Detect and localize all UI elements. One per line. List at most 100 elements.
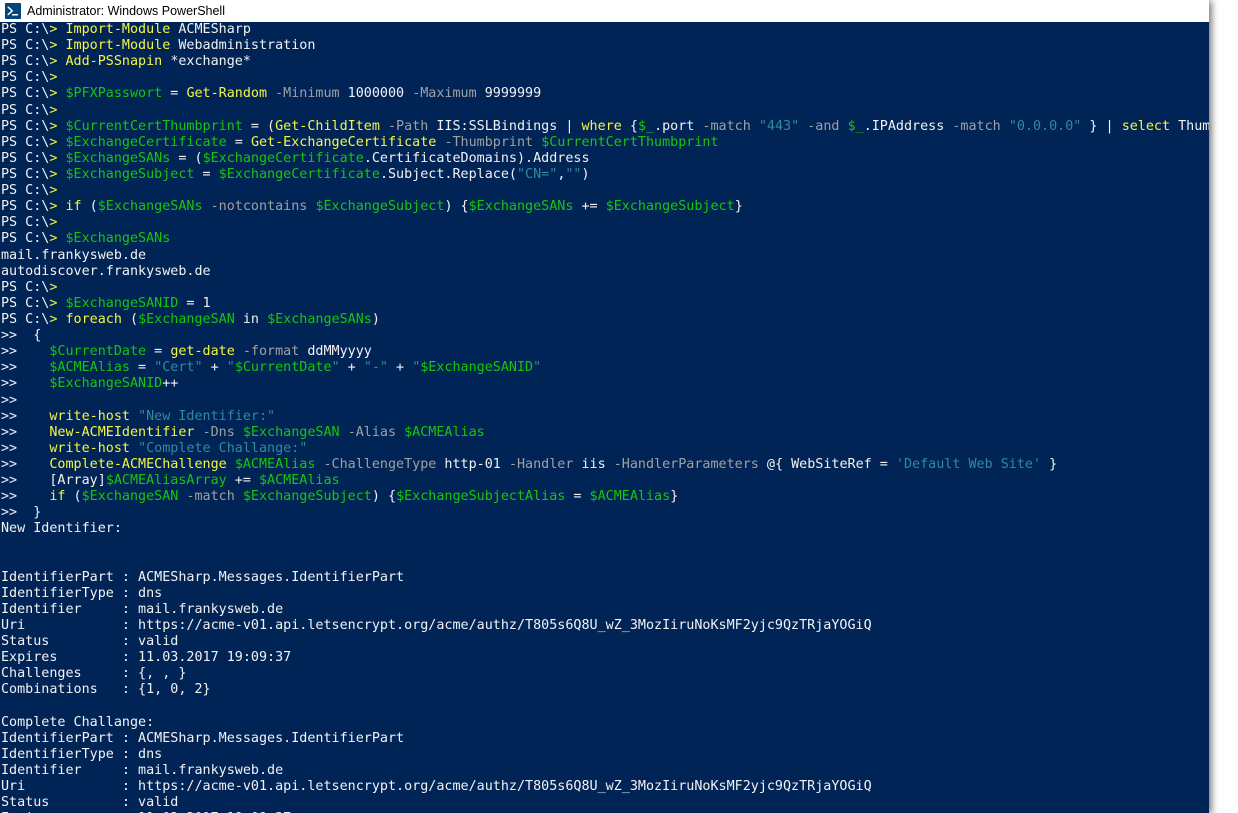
window-title: Administrator: Windows PowerShell	[27, 4, 225, 18]
shell-prompt: PS C:\>	[1, 215, 58, 231]
console-token: ++	[162, 376, 179, 392]
console-token: $ExchangeSANs	[267, 311, 372, 327]
continuation-prompt: >>	[1, 473, 26, 489]
console-token: Identifier : mail.frankysweb.de	[1, 763, 284, 779]
console-line: Identifier : mail.frankysweb.de	[0, 602, 1209, 618]
shell-prompt: PS C:\>	[1, 86, 58, 102]
console-token: $ExchangeSAN	[242, 424, 340, 440]
console-token: $CurrentDate	[234, 360, 332, 376]
console-token: write-host	[49, 440, 130, 456]
console-token: -and	[807, 118, 840, 134]
shell-prompt: PS C:\>	[1, 38, 58, 54]
console-line: Combinations : {1, 0, 2}	[0, 682, 1209, 698]
console-line: PS C:\>	[0, 103, 1209, 119]
console-token	[315, 457, 323, 472]
console-token: IdentifierType : dns	[1, 585, 163, 601]
console-token: Get-Random	[186, 86, 268, 102]
console-line: >> Complete-ACMEChallenge $ACMEAlias -Ch…	[0, 457, 1209, 473]
console-token: ) {	[444, 199, 469, 215]
console-line: Uri : https://acme-v01.api.letsencrypt.o…	[0, 779, 1209, 795]
console-token: Status : valid	[1, 795, 179, 811]
console-token: -Handler	[508, 456, 574, 472]
continuation-prompt: >>	[1, 505, 26, 521]
console-line: PS C:\> $CurrentCertThumbprint = (Get-Ch…	[0, 119, 1209, 135]
continuation-prompt: >>	[1, 408, 26, 424]
console-token: Complete-ACMEChallenge	[49, 456, 227, 472]
console-token: -match	[702, 118, 751, 134]
console-token: $ExchangeSANID	[65, 295, 179, 311]
console-token: -ChallengeType	[323, 456, 437, 472]
console-token: = (	[242, 118, 276, 134]
console-line: autodiscover.frankysweb.de	[0, 264, 1209, 280]
console-token: )	[371, 311, 380, 327]
console-line: PS C:\>	[0, 280, 1209, 296]
window-titlebar[interactable]: Administrator: Windows PowerShell	[0, 0, 1209, 22]
console-token: -Alias	[347, 424, 397, 440]
powershell-prompt-icon	[5, 3, 21, 19]
console-token: $ExchangeSubject	[315, 199, 445, 215]
continuation-prompt: >>	[1, 440, 26, 456]
console-token: = (	[170, 150, 203, 166]
console-line: Status : valid	[0, 634, 1209, 650]
console-token: -HandlerParameters	[613, 456, 759, 472]
console-token: "443"	[758, 118, 800, 134]
console-line: PS C:\> foreach ($ExchangeSAN in $Exchan…	[0, 312, 1209, 328]
console-token: 9999999	[476, 86, 542, 102]
powershell-window: Administrator: Windows PowerShell PS C:\…	[0, 0, 1209, 813]
console-token: {	[25, 328, 42, 344]
console-token: $ExchangeSAN	[81, 489, 179, 505]
console-line: >> write-host "New Identifier:"	[0, 409, 1209, 425]
console-token: Identifier : mail.frankysweb.de	[1, 601, 284, 617]
console-token: Uri : https://acme-v01.api.letsencrypt.o…	[1, 618, 872, 634]
console-token: ddMMyyyy	[299, 344, 372, 360]
console-line: PS C:\> Import-Module Webadministration	[0, 38, 1209, 54]
console-token: where	[581, 118, 622, 134]
shell-prompt: PS C:\>	[1, 118, 58, 134]
continuation-prompt: >>	[1, 360, 26, 376]
console-token: IdentifierPart : ACMESharp.Messages.Iden…	[1, 730, 405, 746]
console-token: $_	[847, 118, 864, 134]
continuation-prompt: >>	[1, 392, 26, 408]
console-line: Complete Challange:	[0, 715, 1209, 731]
console-token: .IPAddress	[863, 118, 953, 134]
console-line: >> if ($ExchangeSAN -match $ExchangeSubj…	[0, 489, 1209, 505]
console-line: mail.frankysweb.de	[0, 248, 1209, 264]
console-token: Import-Module	[65, 38, 179, 54]
console-token: "New Identifier:"	[138, 408, 276, 424]
console-token: $ExchangeCertificate	[202, 150, 364, 166]
console-token: $CurrentDate	[49, 344, 147, 360]
console-line: Identifier : mail.frankysweb.de	[0, 763, 1209, 779]
console-line: IdentifierType : dns	[0, 586, 1209, 602]
console-token	[25, 489, 49, 504]
console-token: (	[81, 199, 98, 215]
console-token: $ExchangeSANID	[49, 376, 163, 392]
console-token: }	[670, 489, 679, 505]
console-token: $ExchangeSANs	[65, 231, 171, 247]
shell-prompt: PS C:\>	[1, 183, 58, 199]
console-token: foreach	[65, 311, 122, 327]
console-token: ""	[565, 166, 582, 182]
console-token: $ExchangeSubjectAlias	[396, 489, 566, 505]
console-token: -Path	[388, 118, 429, 134]
console-output-area[interactable]: PS C:\> Import-Module ACMESharp PS C:\> I…	[0, 22, 1209, 813]
console-token: $ExchangeSubject	[242, 489, 372, 505]
console-token: http-01	[436, 456, 509, 472]
shell-prompt: PS C:\>	[1, 150, 58, 166]
console-token: Add-PSSnapin	[65, 54, 171, 70]
console-line: >> $ExchangeSANID++	[0, 376, 1209, 392]
console-line: PS C:\> Add-PSSnapin *exchange*	[0, 54, 1209, 70]
console-line: >>	[0, 393, 1209, 409]
console-token: $ExchangeSubject	[65, 166, 195, 182]
console-token	[130, 409, 138, 424]
console-token: =	[194, 166, 219, 182]
console-token	[25, 441, 49, 456]
console-token: 'Default Web Site'	[895, 456, 1042, 472]
console-token: $ACMEAliasArray	[105, 473, 227, 489]
console-token: "	[226, 360, 235, 376]
console-line: >> $ACMEAlias = "Cert" + "$CurrentDate" …	[0, 360, 1209, 376]
shell-prompt: PS C:\>	[1, 295, 58, 311]
console-line: IdentifierPart : ACMESharp.Messages.Iden…	[0, 570, 1209, 586]
console-token: $ACMEAlias	[259, 473, 340, 489]
